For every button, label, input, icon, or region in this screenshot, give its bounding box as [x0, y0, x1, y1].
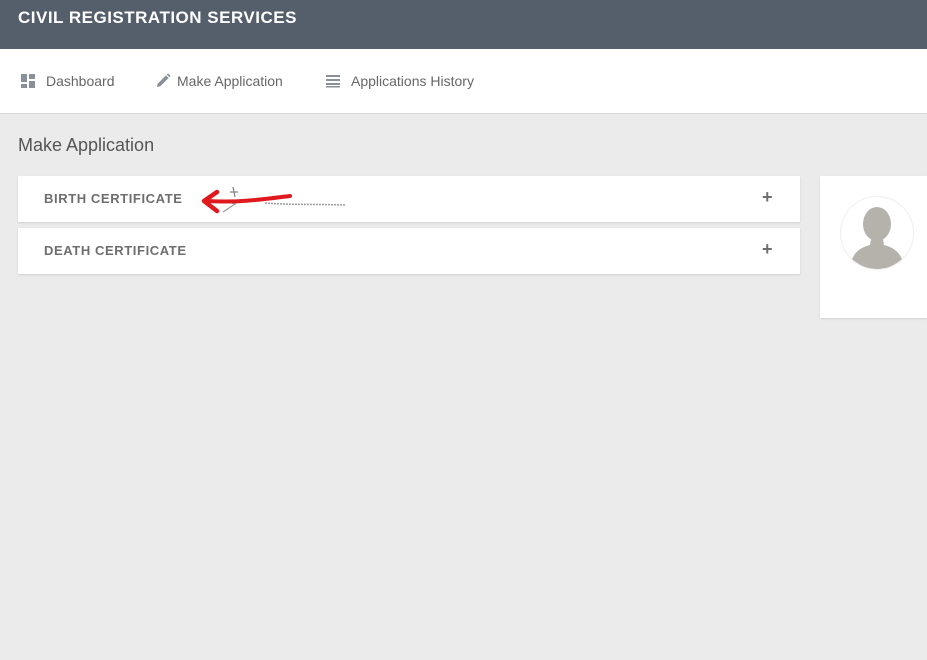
- dashboard-icon: [20, 73, 36, 89]
- app-title: CIVIL REGISTRATION SERVICES: [18, 8, 297, 27]
- top-bar: CIVIL REGISTRATION SERVICES: [0, 0, 927, 49]
- nav-item-label: Make Application: [177, 73, 283, 89]
- nav-item-label: Applications History: [351, 73, 474, 89]
- death-certificate-panel[interactable]: DEATH CERTIFICATE +: [18, 228, 800, 274]
- panel-label: DEATH CERTIFICATE: [44, 243, 187, 258]
- navigation-bar: Dashboard Make Application Applications …: [0, 49, 927, 114]
- birth-certificate-panel[interactable]: BIRTH CERTIFICATE +: [18, 176, 800, 222]
- nav-item-applications-history[interactable]: Applications History: [325, 49, 474, 113]
- user-silhouette-icon: [850, 207, 904, 269]
- list-icon: [325, 73, 341, 89]
- plus-icon[interactable]: +: [762, 240, 774, 258]
- avatar: [840, 196, 914, 270]
- nav-item-label: Dashboard: [46, 73, 115, 89]
- page-title: Make Application: [18, 135, 155, 155]
- profile-card: [820, 176, 927, 318]
- app-window: CIVIL REGISTRATION SERVICES Dashboard Ma…: [0, 0, 927, 660]
- plus-icon[interactable]: +: [762, 188, 774, 206]
- nav-item-make-application[interactable]: Make Application: [155, 49, 283, 113]
- panel-label: BIRTH CERTIFICATE: [44, 191, 183, 206]
- pencil-icon: [155, 73, 171, 89]
- nav-item-dashboard[interactable]: Dashboard: [20, 49, 115, 113]
